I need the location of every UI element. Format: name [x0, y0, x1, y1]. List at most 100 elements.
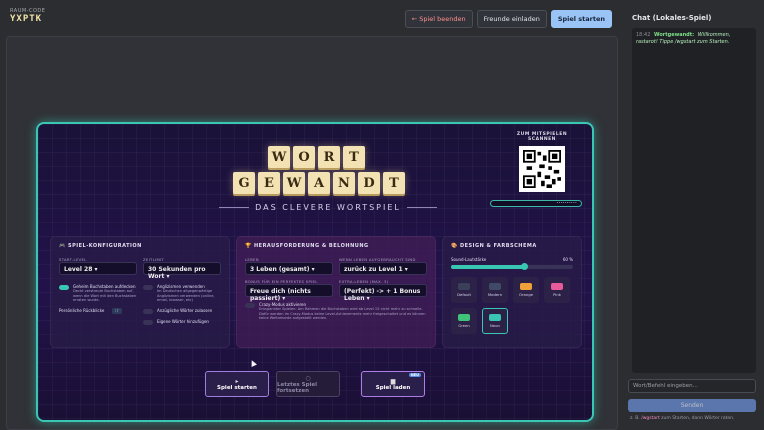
play-icon: ▸ — [235, 377, 239, 385]
letter-tile: E — [258, 172, 280, 194]
design-panel: 🎨 DESIGN & FARBSCHEMA Sound-Lautstärke 6… — [442, 236, 582, 348]
letter-tile: W — [283, 172, 305, 194]
volume-value: 60 % — [562, 257, 573, 262]
app-root: RAUM-CODE YXPTK ← Spiel beenden Freunde … — [0, 0, 764, 430]
theme-option-green[interactable]: Green — [451, 308, 477, 334]
anglicism-desc: Im Deutschen allgegenwärtige Anglizismen… — [157, 289, 215, 302]
gamepad-icon: 🎮 — [59, 243, 68, 249]
continue-game-button[interactable]: ○ Letztes Spiel fortsetzen — [276, 371, 340, 397]
volume-fill — [451, 265, 525, 269]
reveal-option[interactable]: Geheim Buchstaben aufdecken Deckt verstr… — [59, 284, 137, 303]
qr-code-image — [523, 150, 561, 188]
challenge-title: 🏆 HERAUSFORDERUNG & BELOHNUNG — [245, 243, 369, 249]
logo-row-2: GEWANDT — [233, 172, 405, 194]
letter-tile: O — [293, 146, 315, 168]
theme-grid: Default Modern Orange Pink Green Neon — [451, 277, 573, 334]
volume-label: Sound-Lautstärke — [451, 257, 487, 262]
hint-command: /wgstart — [641, 416, 660, 421]
letter-tile: T — [343, 146, 365, 168]
theme-option-neon[interactable]: Neon — [482, 308, 508, 334]
message-author: Wortgewandt: — [654, 32, 695, 38]
theme-name: Pink — [553, 292, 561, 297]
hints-chip[interactable]: i7 — [112, 307, 122, 314]
start-game-button[interactable]: ▸ Spiel starten — [205, 371, 269, 397]
reset-label: WENN LEBEN AUFGEBRAUCHT SIND — [339, 257, 416, 262]
anglicism-option[interactable]: Anglizismen verwenden Im Deutschen allge… — [143, 284, 221, 303]
letter-tile: N — [333, 172, 355, 194]
letter-tile: T — [383, 172, 405, 194]
theme-option-modern[interactable]: Modern — [482, 277, 508, 303]
theme-swatch — [458, 283, 470, 290]
design-title: 🎨 DESIGN & FARBSCHEMA — [451, 243, 537, 249]
end-game-button[interactable]: ← Spiel beenden — [404, 10, 473, 28]
game-board: WORT GEWANDT DAS CLEVERE WORTSPIEL ZUM M… — [36, 122, 594, 422]
theme-option-orange[interactable]: Orange — [513, 277, 539, 303]
theme-swatch — [489, 314, 501, 321]
chat-log[interactable]: 18:42 Wortgewandt: Willkommen, rastarot!… — [632, 28, 756, 373]
hints-label: Persönliche Rückblicke — [59, 307, 105, 313]
lives-select[interactable]: 3 Leben (gesamt) ▾ — [245, 262, 333, 275]
game-stage: WORT GEWANDT DAS CLEVERE WORTSPIEL ZUM M… — [6, 36, 618, 430]
extra-lives-select[interactable]: (Perfekt) -> + 1 Bonus Leben ▾ — [339, 284, 427, 302]
theme-swatch — [489, 283, 501, 290]
logo-subtitle: DAS CLEVERE WORTSPIEL — [138, 203, 518, 212]
folder-icon: ▆ — [390, 377, 396, 385]
qr-code — [519, 146, 565, 192]
letter-tile: A — [308, 172, 330, 194]
theme-name: Orange — [518, 292, 534, 297]
chat-hint: z. B. /wgstart zum Starten, dann Wörter … — [630, 416, 735, 421]
chat-input[interactable]: Wort/Befehl eingeben... — [628, 379, 756, 393]
own-words-toggle[interactable] — [143, 319, 153, 325]
reset-select[interactable]: zurück zu Level 1 ▾ — [339, 262, 427, 275]
letter-tile: G — [233, 172, 255, 194]
start-game-top-button[interactable]: Spiel starten — [550, 10, 612, 28]
chat-title: Chat (Lokales-Spiel) — [632, 14, 712, 22]
theme-swatch — [458, 314, 470, 321]
own-words-label: Eigene Wörter hinzufügen — [157, 318, 209, 324]
theme-option-pink[interactable]: Pink — [544, 277, 570, 303]
chat-panel: Chat (Lokales-Spiel) 18:42 Wortgewandt: … — [622, 0, 764, 430]
send-button[interactable]: Senden — [628, 399, 756, 412]
invite-friends-button[interactable]: Freunde einladen — [476, 10, 547, 28]
challenge-panel: 🏆 HERAUSFORDERUNG & BELOHNUNG LEBEN 3 Le… — [236, 236, 436, 348]
crazy-desc: Entspannter Spielen: Am Rahmen die Buchs… — [259, 307, 426, 320]
own-words-option[interactable]: Eigene Wörter hinzufügen — [143, 319, 221, 325]
volume-knob[interactable] — [521, 263, 529, 270]
time-limit-select[interactable]: 30 Sekunden pro Wort ▾ — [143, 262, 221, 280]
top-bar: RAUM-CODE YXPTK ← Spiel beenden Freunde … — [0, 0, 618, 36]
allow-option[interactable]: Anzügliche Wörter zulassen — [143, 308, 221, 314]
theme-name: Green — [458, 323, 470, 328]
theme-name: Modern — [487, 292, 503, 297]
allow-toggle[interactable] — [143, 308, 153, 314]
theme-name: Default — [457, 292, 471, 297]
new-badge: NEU — [408, 373, 421, 377]
allow-label: Anzügliche Wörter zulassen — [157, 307, 213, 313]
volume-slider[interactable] — [451, 263, 573, 270]
theme-swatch — [551, 283, 563, 290]
qr-block: ZUM MITSPIELEN SCANNEN •••••••••• — [490, 132, 582, 207]
theme-name: Neon — [490, 323, 500, 328]
start-level-select[interactable]: Level 28 ▾ — [59, 262, 137, 275]
anglicism-toggle[interactable] — [143, 285, 153, 290]
message-time: 18:42 — [636, 32, 651, 38]
crazy-option[interactable]: Crazy-Modus aktivieren Entspannter Spiel… — [245, 302, 427, 321]
load-game-button[interactable]: NEU ▆ Spiel laden — [361, 371, 425, 397]
config-title: 🎮 SPIEL-KONFIGURATION — [59, 243, 142, 249]
qr-title: ZUM MITSPIELEN SCANNEN — [516, 132, 568, 142]
logo-row-1: WORT — [268, 146, 365, 168]
letter-tile: D — [358, 172, 380, 194]
config-panel: 🎮 SPIEL-KONFIGURATION START-LEVEL Level … — [50, 236, 230, 348]
room-code[interactable]: YXPTK — [10, 14, 45, 24]
chat-message: 18:42 Wortgewandt: Willkommen, rastarot!… — [636, 32, 752, 46]
hints-option[interactable]: Persönliche Rückblicke i7 — [59, 307, 137, 314]
top-buttons: ← Spiel beenden Freunde einladen Spiel s… — [404, 10, 612, 28]
history-icon: ○ — [305, 374, 311, 382]
theme-swatch — [520, 283, 532, 290]
bonus-select[interactable]: Freue dich (nichts passiert) ▾ — [245, 284, 333, 302]
letter-tile: W — [268, 146, 290, 168]
crazy-toggle[interactable] — [245, 303, 255, 308]
reveal-toggle[interactable] — [59, 285, 69, 290]
qr-link-field[interactable]: •••••••••• — [490, 200, 582, 207]
theme-option-default[interactable]: Default — [451, 277, 477, 303]
reveal-desc: Deckt verstreute Buchstaben auf, wenn di… — [73, 289, 137, 302]
